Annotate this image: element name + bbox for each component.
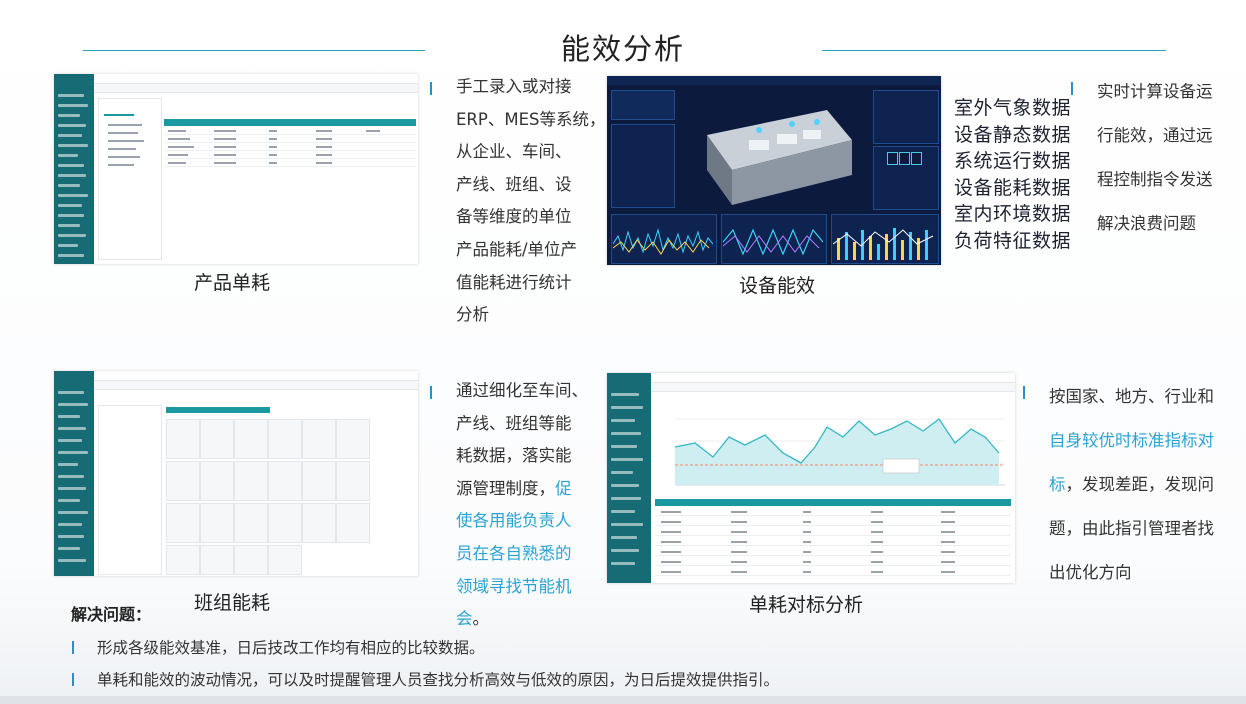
equipment-data-list: 室外气象数据 设备静态数据 系统运行数据 设备能耗数据 室内环境数据 负荷特征数…: [954, 97, 1072, 252]
equipment-efficiency-screenshot: [607, 76, 941, 265]
solution-title: 解决问题：: [71, 605, 152, 624]
team-consumption-caption: 班组能耗: [194, 592, 271, 614]
equipment-efficiency-caption: 设备能效: [739, 275, 816, 297]
solution-item: 单耗和能效的波动情况，可以及时提醒管理人员查找分析高效与低效的原因，为日后提效提…: [97, 671, 780, 689]
bullet-bar: [1071, 82, 1073, 95]
page-title: 能效分析: [560, 32, 685, 66]
bullet-bar: [430, 82, 432, 95]
bullet-bar: [1023, 386, 1025, 399]
benchmark-analysis-description: 按国家、地方、行业和 自身较优时标准指标对 标，发现差距，发现问 题，由此指引管…: [1049, 387, 1214, 582]
bullet-bar: [72, 641, 74, 654]
product-consumption-description: 手工录入或对接 ERP、MES等系统， 从企业、车间、 产线、班组、设 备等维度…: [456, 77, 606, 325]
team-consumption-screenshot: [54, 371, 418, 576]
title-line-left: [83, 50, 425, 51]
title-line-right: [822, 50, 1166, 51]
benchmark-analysis-caption: 单耗对标分析: [749, 594, 864, 616]
benchmark-analysis-screenshot: [607, 373, 1015, 583]
team-consumption-description: 通过细化至车间、 产线、班组等能 耗数据，落实能 源管理制度，促 使各用能负责人…: [456, 381, 588, 629]
bottom-band: [0, 696, 1246, 704]
bullet-bar: [72, 673, 74, 686]
bullet-bar: [430, 386, 432, 399]
product-consumption-caption: 产品单耗: [194, 272, 271, 294]
solution-item: 形成各级能效基准，日后技改工作均有相应的比较数据。: [97, 639, 485, 657]
product-consumption-screenshot: [54, 74, 418, 264]
equipment-efficiency-description: 实时计算设备运 行能效，通过远 程控制指令发送 解决浪费问题: [1097, 82, 1213, 233]
